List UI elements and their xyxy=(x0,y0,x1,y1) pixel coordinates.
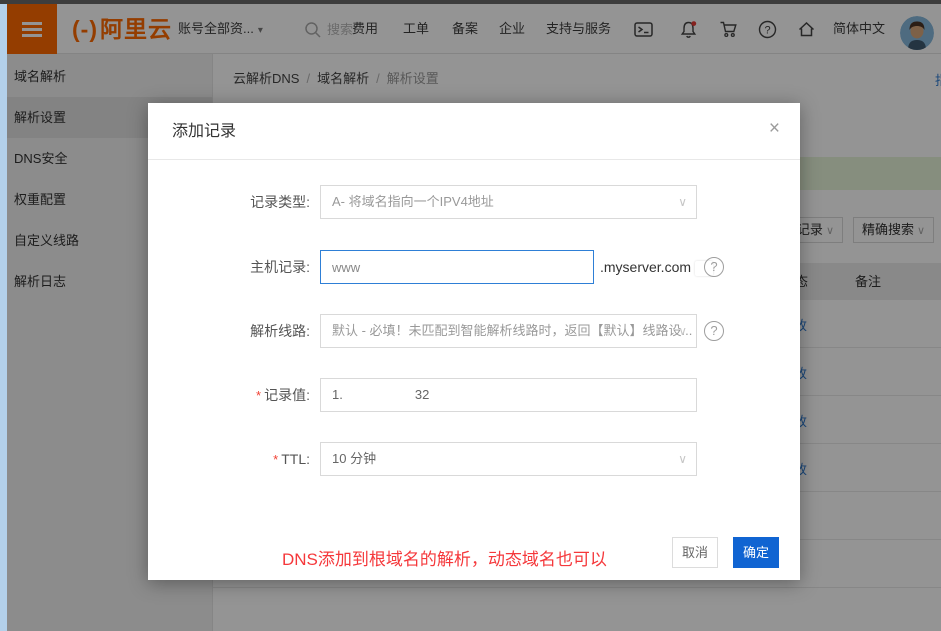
record-type-select[interactable]: A- 将域名指向一个IPV4地址 ∨ xyxy=(320,185,697,219)
cancel-button[interactable]: 取消 xyxy=(672,537,718,568)
ttl-select[interactable]: 10 分钟 ∨ xyxy=(320,442,697,476)
record-value-input[interactable]: 1.32 xyxy=(320,378,697,412)
annotation-note: DNS添加到根域名的解析，动态域名也可以 xyxy=(282,545,607,570)
resolution-line-help-icon[interactable]: ? xyxy=(704,321,724,341)
host-record-label: 主机记录: xyxy=(148,250,310,284)
host-record-input[interactable] xyxy=(320,250,594,284)
resolution-line-label: 解析线路: xyxy=(148,314,310,348)
record-type-label: 记录类型: xyxy=(148,185,310,219)
close-icon[interactable]: × xyxy=(769,118,780,140)
host-record-help-icon[interactable]: ? xyxy=(704,257,724,277)
window-left-edge xyxy=(0,0,7,631)
modal-title: 添加记录 xyxy=(172,103,236,160)
modal-header: 添加记录 × xyxy=(148,103,800,160)
chevron-down-icon: ∨ xyxy=(678,315,687,347)
add-record-modal: 添加记录 × 记录类型: A- 将域名指向一个IPV4地址 ∨ 主机记录: .m… xyxy=(148,103,800,580)
record-value-label: *记录值: xyxy=(148,378,310,413)
required-asterisk: * xyxy=(273,452,278,467)
chevron-down-icon: ∨ xyxy=(678,186,687,218)
domain-suffix: .myserver.com xyxy=(600,250,713,284)
required-asterisk: * xyxy=(256,388,261,403)
chevron-down-icon: ∨ xyxy=(678,443,687,475)
confirm-button[interactable]: 确定 xyxy=(733,537,779,568)
ttl-label: *TTL: xyxy=(148,442,310,477)
window-top-edge xyxy=(0,0,941,4)
resolution-line-select[interactable]: 默认 - 必填！未匹配到智能解析线路时，返回【默认】线路设... ∨ xyxy=(320,314,697,348)
